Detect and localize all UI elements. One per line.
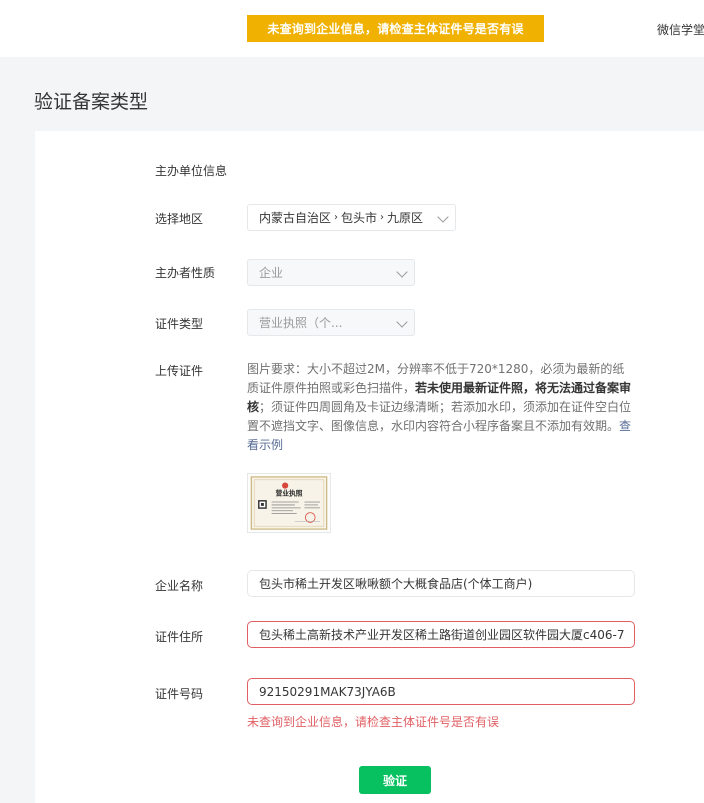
address-input[interactable]: 包头稀土高新技术产业开发区稀土路街道创业园区软件园大厦c406-7 [247, 621, 635, 648]
cert-type-select[interactable]: 营业执照（个... [247, 309, 415, 336]
verify-button[interactable]: 验证 [359, 766, 431, 794]
nature-label: 主办者性质 [155, 266, 216, 280]
chevron-down-icon [396, 266, 408, 278]
certificate-thumbnail[interactable]: 营业执照 [247, 473, 331, 533]
chevron-right-icon: › [334, 212, 339, 223]
error-toast: 未查询到企业信息，请检查主体证件号是否有误 [247, 15, 544, 42]
upload-desc-text-2: ；须证件四周圆角及卡证边缘清晰；若添加水印，须添加在证件空白位置不遮挡文字、图像… [247, 400, 632, 433]
nature-select[interactable]: 企业 [247, 259, 415, 286]
region-select[interactable]: 内蒙古自治区 › 包头市 › 九原区 [247, 204, 456, 231]
chevron-right-icon: › [380, 212, 385, 223]
company-name-input[interactable]: 包头市稀土开发区啾啾额个大概食品店(个体工商户) [247, 570, 635, 597]
page-title: 验证备案类型 [34, 91, 149, 113]
top-bar: 未查询到企业信息，请检查主体证件号是否有误 微信学堂 [0, 0, 704, 57]
company-name-label: 企业名称 [155, 579, 204, 593]
cert-no-input[interactable]: 92150291MAK73JYA6B [247, 678, 635, 705]
region-district: 九原区 [387, 211, 424, 225]
business-license-image: 营业执照 [250, 476, 328, 530]
cert-type-value: 营业执照（个... [259, 316, 343, 330]
chevron-down-icon [437, 211, 449, 223]
region-label: 选择地区 [155, 212, 204, 226]
address-label: 证件住所 [155, 630, 204, 644]
upload-requirements: 图片要求：大小不超过2M，分辨率不低于720*1280，必须为最新的纸质证件原件… [247, 360, 635, 455]
nature-value: 企业 [259, 266, 284, 280]
thumb-title: 营业执照 [275, 488, 302, 497]
cert-no-error: 未查询到企业信息，请检查主体证件号是否有误 [247, 715, 500, 729]
cert-type-label: 证件类型 [155, 317, 204, 331]
wechat-academy-link[interactable]: 微信学堂 [657, 21, 704, 38]
upload-label: 上传证件 [155, 364, 204, 378]
chevron-down-icon [396, 316, 408, 328]
section-label: 主办单位信息 [155, 164, 228, 178]
region-province: 内蒙古自治区 [259, 211, 332, 225]
region-city: 包头市 [341, 211, 378, 225]
cert-no-label: 证件号码 [155, 687, 204, 701]
